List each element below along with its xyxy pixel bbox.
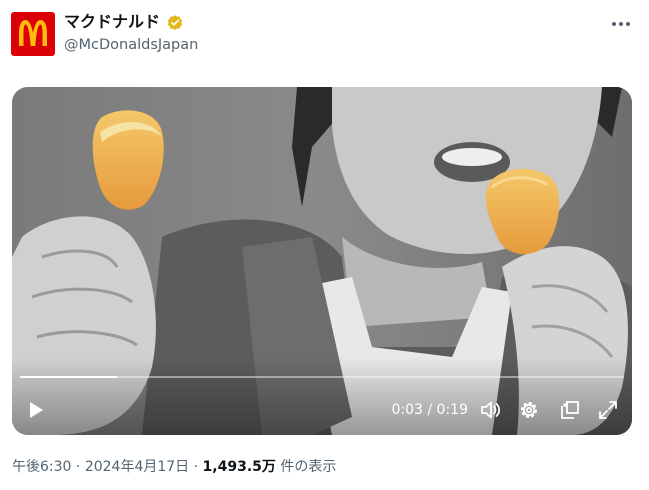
fullscreen-button[interactable] [596, 398, 620, 422]
play-button[interactable] [24, 398, 48, 422]
post-date[interactable]: 2024年4月17日 [85, 459, 189, 475]
time-separator: / [427, 402, 433, 418]
meta-separator: · [193, 459, 199, 475]
avatar[interactable] [11, 12, 55, 56]
video-progress-bar[interactable] [20, 376, 624, 378]
video-time: 0:03 / 0:19 [384, 401, 468, 419]
view-count[interactable]: 1,493.5万 [203, 459, 276, 475]
settings-button[interactable] [517, 398, 541, 422]
video-player[interactable]: 0:03 / 0:19 [12, 87, 632, 435]
meta-separator: · [75, 459, 81, 475]
post-meta: 午後6:30 · 2024年4月17日 · 1,493.5万 件の表示 [12, 457, 336, 477]
volume-icon [481, 401, 501, 419]
display-name[interactable]: マクドナルド [64, 11, 160, 33]
verified-badge-icon[interactable] [166, 14, 184, 32]
more-horizontal-icon [612, 22, 630, 26]
picture-in-picture-button[interactable] [558, 398, 582, 422]
view-count-label: 件の表示 [280, 459, 337, 475]
more-options-button[interactable] [606, 13, 636, 35]
video-progress-fill [20, 376, 117, 378]
current-time: 0:03 [391, 402, 423, 418]
post-time[interactable]: 午後6:30 [12, 459, 71, 475]
fullscreen-icon [599, 401, 617, 419]
controls-overlay [12, 357, 632, 435]
post: マクドナルド @McDonaldsJapan 0:03 / 0:19 午後6:3… [0, 0, 649, 490]
duration: 0:19 [436, 402, 468, 418]
gear-icon [521, 402, 537, 418]
handle[interactable]: @McDonaldsJapan [64, 35, 198, 55]
picture-in-picture-icon [561, 401, 579, 419]
mcdonalds-arches-logo-icon [19, 20, 47, 46]
play-icon [30, 402, 43, 418]
volume-button[interactable] [478, 398, 502, 422]
